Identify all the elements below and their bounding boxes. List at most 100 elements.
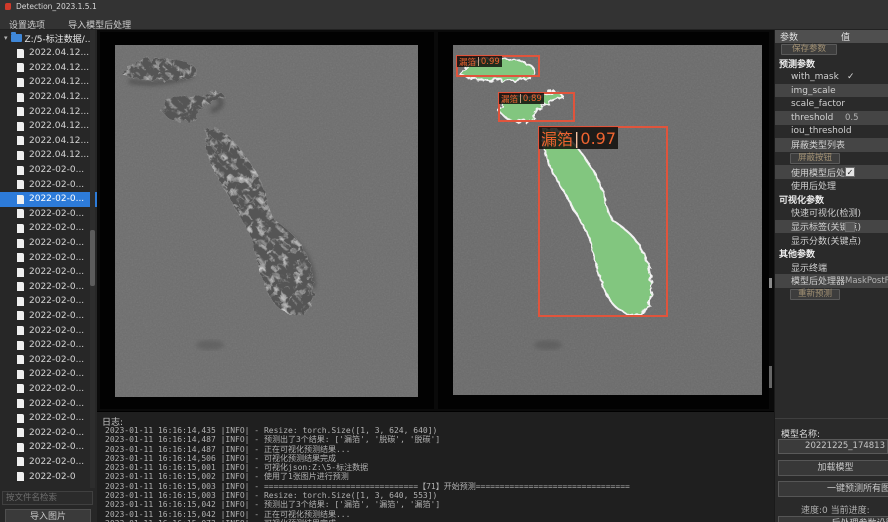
file-icon xyxy=(17,180,24,189)
tree-item[interactable]: 2022-02-0 xyxy=(0,469,97,484)
tree-item[interactable]: 2022-02-0... xyxy=(0,309,97,324)
import-image-button[interactable]: 导入图片 xyxy=(5,509,91,522)
param-row[interactable]: threshold0.5 xyxy=(775,111,888,125)
param-row[interactable]: 显示标签(关键点) xyxy=(775,220,888,234)
param-label: 显示分数(关键点) xyxy=(791,234,861,247)
file-icon xyxy=(17,355,24,364)
tree-item[interactable]: 2022-02-0... xyxy=(0,382,97,397)
tree-item[interactable]: 2022-02-0... xyxy=(0,352,97,367)
param-row[interactable]: 显示分数(关键点) xyxy=(775,233,888,247)
tree-item[interactable]: 2022-02-0... xyxy=(0,163,97,178)
predict-all-button[interactable]: 一键预测所有图片 xyxy=(778,481,888,497)
tree-item-label: 2022-02-0... xyxy=(29,253,84,263)
file-tree[interactable]: ▾ Z:/5-标注数据/... 2022.04.12...2022.04.12.… xyxy=(0,30,97,488)
file-icon xyxy=(17,151,24,160)
postprocess-settings-button[interactable]: 后处理参数设置 xyxy=(778,516,888,522)
center-scrollbar-thumb[interactable] xyxy=(769,366,772,388)
tree-item[interactable]: 2022-02-0... xyxy=(0,323,97,338)
param-section-label: 可视化参数 xyxy=(779,193,824,206)
detection-box: 漏箔|0.97 xyxy=(538,126,668,317)
tree-item[interactable]: 2022-02-0... xyxy=(0,338,97,353)
param-label: img_scale xyxy=(791,86,836,96)
param-label: iou_threshold xyxy=(791,126,852,136)
file-icon xyxy=(17,195,24,204)
detection-score: 0.99 xyxy=(481,57,500,67)
param-checkbox[interactable] xyxy=(845,222,855,232)
progress-status: 速度:0 当前进度: xyxy=(801,503,870,516)
tree-item[interactable]: 2022-02-0... xyxy=(0,207,97,222)
param-button[interactable]: 重新预测 xyxy=(790,289,840,300)
param-row[interactable]: 模型后处理器MaskPostPro xyxy=(775,274,888,288)
tree-item[interactable]: 2022-02-0... xyxy=(0,425,97,440)
tree-item[interactable]: 2022.04.12... xyxy=(0,61,97,76)
log-line: 2023-01-11 16:16:15,042 |INFO| - 正在可视化预测… xyxy=(105,510,770,519)
tree-item[interactable]: 2022-02-0... xyxy=(0,294,97,309)
param-row[interactable]: 屏蔽类型列表 xyxy=(775,138,888,152)
param-row[interactable]: with_mask✓ xyxy=(775,70,888,84)
model-name-field[interactable]: 20221225_174813 xyxy=(778,439,888,454)
tree-item[interactable]: 2022-02-0... xyxy=(0,367,97,382)
param-value[interactable]: 0.5 xyxy=(845,113,859,123)
tree-item[interactable]: 2022.04.12... xyxy=(0,119,97,134)
tree-item-label: 2022-02-0... xyxy=(29,238,84,248)
log-line: 2023-01-11 16:16:15,003 |INFO| - Resize:… xyxy=(105,491,770,500)
file-icon xyxy=(17,472,24,481)
center-scrollbar-thumb[interactable] xyxy=(769,278,772,288)
raw-image-panel[interactable] xyxy=(100,32,434,409)
param-row[interactable]: 快速可视化(检测) xyxy=(775,206,888,220)
tree-item[interactable]: 2022.04.12... xyxy=(0,104,97,119)
tree-item[interactable]: 2022-02-0... xyxy=(0,411,97,426)
tree-item[interactable]: 2022-02-0... xyxy=(0,455,97,470)
tree-item[interactable]: 2022-02-0... xyxy=(0,265,97,280)
param-checkbox[interactable]: ✓ xyxy=(845,167,855,177)
tree-item[interactable]: 2022-02-0... xyxy=(0,440,97,455)
tree-item-label: 2022.04.12... xyxy=(29,107,89,117)
tree-item[interactable]: 2022-02-0... xyxy=(0,221,97,236)
tree-item[interactable]: 2022-02-0... xyxy=(0,396,97,411)
tree-item-label: 2022-02-0... xyxy=(29,413,84,423)
tree-item[interactable]: 2022.04.12... xyxy=(0,90,97,105)
file-icon xyxy=(17,253,24,262)
center-area: 漏箔|0.99 漏箔|0.89 漏箔|0.97 日志: 2023-01-11 1… xyxy=(97,30,774,522)
log-lines: 2023-01-11 16:16:14,435 |INFO| - Resize:… xyxy=(105,426,770,522)
tree-scrollbar-thumb[interactable] xyxy=(90,230,95,286)
param-row[interactable]: 使用模型后处理✓ xyxy=(775,165,888,179)
tree-item[interactable]: 2022.04.12... xyxy=(0,46,97,61)
tree-item[interactable]: 2022-02-0... xyxy=(0,192,97,207)
tree-item[interactable]: 2022-02-0... xyxy=(0,250,97,265)
param-label: 显示终端 xyxy=(791,261,827,274)
tree-item[interactable]: 2022.04.12... xyxy=(0,134,97,149)
tree-item-label: 2022-02-0... xyxy=(29,340,84,350)
menu-bar: 设置选项 导入模型后处理 xyxy=(0,13,888,30)
file-icon xyxy=(17,370,24,379)
log-area[interactable]: 日志: 2023-01-11 16:16:14,435 |INFO| - Res… xyxy=(97,411,774,522)
tree-item[interactable]: 2022.04.12... xyxy=(0,148,97,163)
param-row[interactable]: img_scale xyxy=(775,84,888,98)
tree-scrollbar[interactable] xyxy=(90,30,95,488)
param-row[interactable]: 使用后处理 xyxy=(775,179,888,193)
tree-root[interactable]: ▾ Z:/5-标注数据/... xyxy=(0,30,97,46)
tree-item[interactable]: 2022.04.12... xyxy=(0,75,97,90)
tree-item[interactable]: 2022-02-0... xyxy=(0,280,97,295)
file-icon xyxy=(17,443,24,452)
tree-item-label: 2022-02-0... xyxy=(29,457,84,467)
chevron-down-icon[interactable]: ▾ xyxy=(4,34,8,42)
param-value[interactable]: MaskPostPro xyxy=(845,276,888,286)
param-row[interactable]: 显示终端 xyxy=(775,261,888,275)
param-row[interactable]: iou_threshold xyxy=(775,125,888,139)
load-model-button[interactable]: 加载模型 xyxy=(778,460,888,476)
tree-item-list: 2022.04.12...2022.04.12...2022.04.12...2… xyxy=(0,46,97,484)
param-label: 使用后处理 xyxy=(791,179,836,192)
param-button[interactable]: 保存参数 xyxy=(781,44,837,55)
param-row[interactable]: scale_factor xyxy=(775,97,888,111)
tree-item-label: 2022-02-0... xyxy=(29,326,84,336)
tree-item[interactable]: 2022-02-0... xyxy=(0,177,97,192)
search-input[interactable] xyxy=(2,491,93,505)
param-button[interactable]: 屏蔽按钮 xyxy=(790,153,840,164)
tree-item-label: 2022-02-0... xyxy=(29,311,84,321)
log-line: 2023-01-11 16:16:14,487 |INFO| - 正在可视化预测… xyxy=(105,445,770,454)
tree-item[interactable]: 2022-02-0... xyxy=(0,236,97,251)
file-icon xyxy=(17,166,24,175)
prediction-image-panel[interactable]: 漏箔|0.99 漏箔|0.89 漏箔|0.97 xyxy=(438,32,769,409)
tree-item-label: 2022-02-0... xyxy=(29,223,84,233)
